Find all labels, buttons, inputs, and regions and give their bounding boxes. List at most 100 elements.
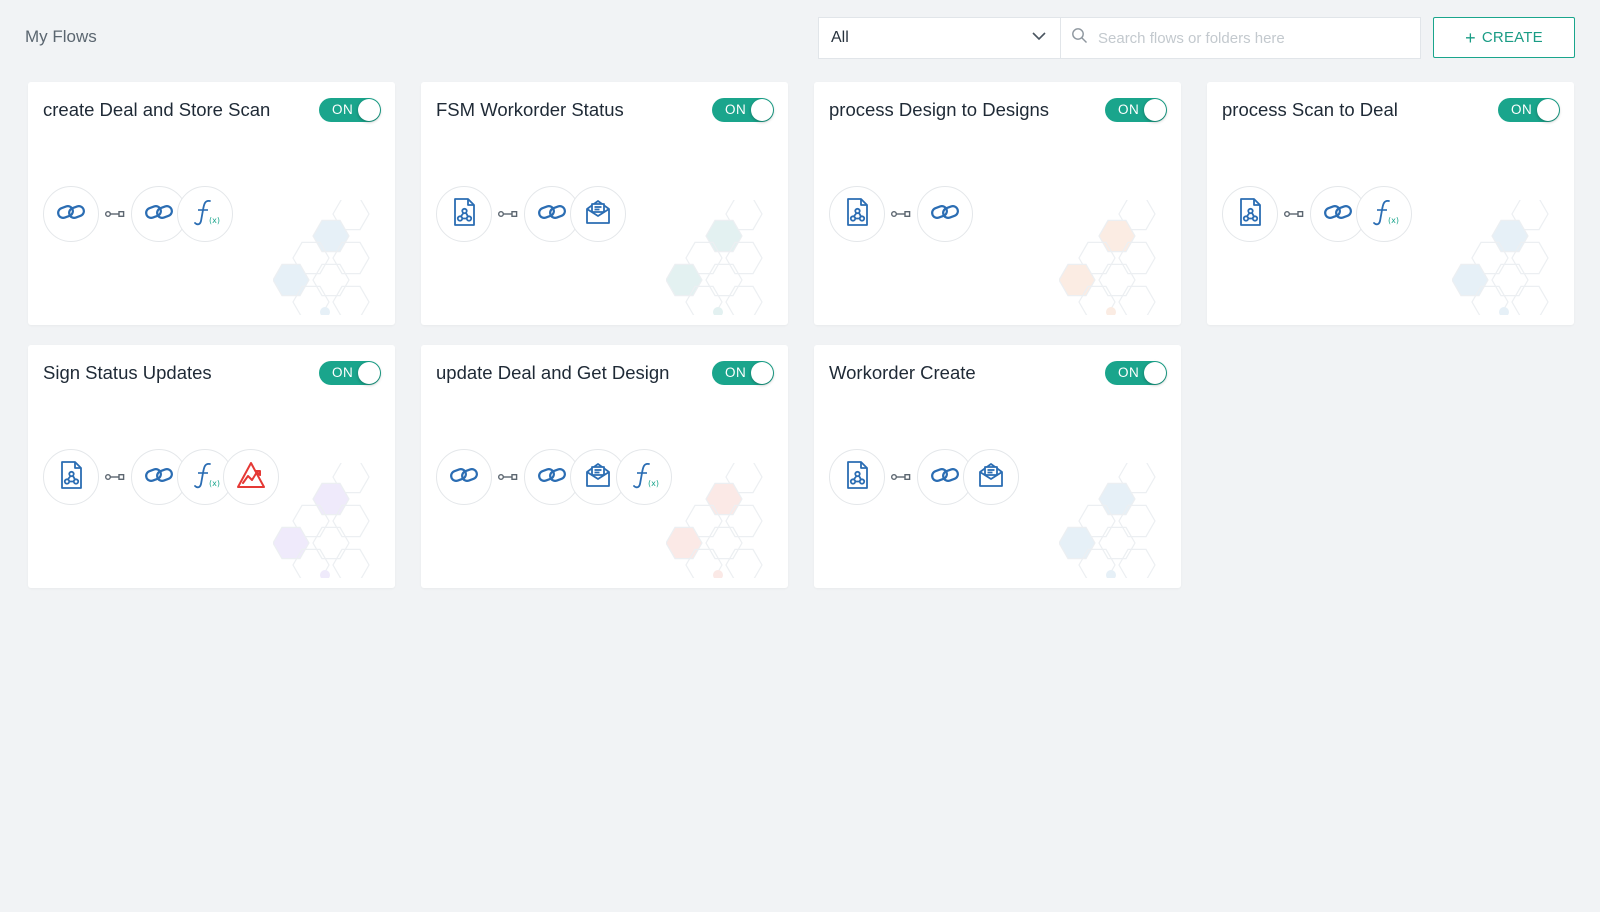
trigger-node	[43, 186, 99, 242]
link-icon	[448, 459, 480, 496]
toggle-knob	[1144, 99, 1166, 121]
toggle-label: ON	[332, 365, 354, 380]
toggle-knob	[751, 362, 773, 384]
flow-card[interactable]: process Design to Designs ON	[814, 82, 1181, 325]
page-title: My Flows	[25, 27, 97, 46]
toggle-knob	[358, 99, 380, 121]
toggle-label: ON	[1511, 102, 1533, 117]
search-box	[1060, 17, 1421, 59]
flow-title: process Scan to Deal	[1222, 99, 1398, 120]
chart-alert-icon	[235, 459, 267, 496]
flow-toggle[interactable]: ON	[1105, 361, 1167, 385]
hexagon-decoration	[273, 463, 370, 578]
chevron-down-icon	[1030, 27, 1048, 50]
function-icon: (x)	[189, 196, 221, 233]
flow-chain: (x)	[1222, 186, 1412, 242]
flow-card[interactable]: Workorder Create ON	[814, 345, 1181, 588]
flow-chain: (x)	[43, 186, 233, 242]
trigger-node	[43, 449, 99, 505]
link-icon	[929, 196, 961, 233]
flow-card[interactable]: create Deal and Store Scan ON (x)	[28, 82, 395, 325]
function-icon: (x)	[1368, 196, 1400, 233]
hexagon-decoration	[1452, 200, 1549, 315]
svg-text:(x): (x)	[1388, 216, 1399, 225]
flow-title: update Deal and Get Design	[436, 362, 670, 383]
webhook-document-icon	[841, 196, 873, 233]
trigger-node	[829, 449, 885, 505]
link-icon	[536, 196, 568, 233]
action-node	[223, 449, 279, 505]
link-icon	[55, 196, 87, 233]
search-icon	[1071, 27, 1088, 49]
flow-toggle[interactable]: ON	[1498, 98, 1560, 122]
toggle-knob	[1144, 362, 1166, 384]
hexagon-decoration	[273, 200, 370, 315]
hexagon-decoration	[666, 200, 763, 315]
flow-chain: (x)	[43, 449, 279, 505]
flow-toggle[interactable]: ON	[319, 98, 381, 122]
webhook-document-icon	[55, 459, 87, 496]
flow-card[interactable]: FSM Workorder Status ON	[421, 82, 788, 325]
connector-icon	[99, 449, 131, 505]
webhook-document-icon	[1234, 196, 1266, 233]
flow-chain	[829, 186, 973, 242]
svg-text:(x): (x)	[648, 479, 659, 488]
flow-toggle[interactable]: ON	[1105, 98, 1167, 122]
link-icon	[1322, 196, 1354, 233]
action-node	[917, 186, 973, 242]
link-icon	[143, 196, 175, 233]
filter-dropdown[interactable]: All	[818, 17, 1060, 59]
connector-icon	[99, 186, 131, 242]
connector-icon	[492, 449, 524, 505]
function-icon: (x)	[628, 459, 660, 496]
toggle-label: ON	[1118, 102, 1140, 117]
mail-icon	[582, 196, 614, 233]
flow-chain: (x)	[436, 449, 672, 505]
action-node	[963, 449, 1019, 505]
flow-title: FSM Workorder Status	[436, 99, 624, 120]
trigger-node	[829, 186, 885, 242]
function-icon: (x)	[189, 459, 221, 496]
toggle-label: ON	[332, 102, 354, 117]
flow-title: Workorder Create	[829, 362, 976, 383]
toggle-knob	[358, 362, 380, 384]
action-node: (x)	[177, 186, 233, 242]
flow-card[interactable]: Sign Status Updates ON (x)	[28, 345, 395, 588]
toggle-knob	[1537, 99, 1559, 121]
trigger-node	[436, 186, 492, 242]
toggle-label: ON	[725, 365, 747, 380]
flow-card[interactable]: process Scan to Deal ON (x)	[1207, 82, 1574, 325]
trigger-node	[436, 449, 492, 505]
search-input[interactable]	[1098, 29, 1410, 47]
flow-card[interactable]: update Deal and Get Design ON (x)	[421, 345, 788, 588]
webhook-document-icon	[448, 196, 480, 233]
flow-title: Sign Status Updates	[43, 362, 212, 383]
flow-toggle[interactable]: ON	[712, 98, 774, 122]
flow-toggle[interactable]: ON	[319, 361, 381, 385]
svg-text:(x): (x)	[209, 216, 220, 225]
flow-chain	[436, 186, 626, 242]
flow-toggle[interactable]: ON	[712, 361, 774, 385]
flow-title: create Deal and Store Scan	[43, 99, 271, 120]
connector-icon	[492, 186, 524, 242]
connector-icon	[1278, 186, 1310, 242]
hexagon-decoration	[1059, 463, 1156, 578]
connector-icon	[885, 186, 917, 242]
link-icon	[929, 459, 961, 496]
link-icon	[536, 459, 568, 496]
action-node	[570, 186, 626, 242]
action-node: (x)	[616, 449, 672, 505]
toggle-label: ON	[1118, 365, 1140, 380]
filter-selected-value: All	[831, 29, 849, 46]
action-node: (x)	[1356, 186, 1412, 242]
mail-icon	[582, 459, 614, 496]
toggle-knob	[751, 99, 773, 121]
link-icon	[143, 459, 175, 496]
create-button[interactable]: + CREATE	[1433, 17, 1575, 58]
plus-icon: +	[1465, 27, 1476, 48]
flow-chain	[829, 449, 1019, 505]
mail-icon	[975, 459, 1007, 496]
flow-title: process Design to Designs	[829, 99, 1050, 120]
svg-text:(x): (x)	[209, 479, 220, 488]
trigger-node	[1222, 186, 1278, 242]
